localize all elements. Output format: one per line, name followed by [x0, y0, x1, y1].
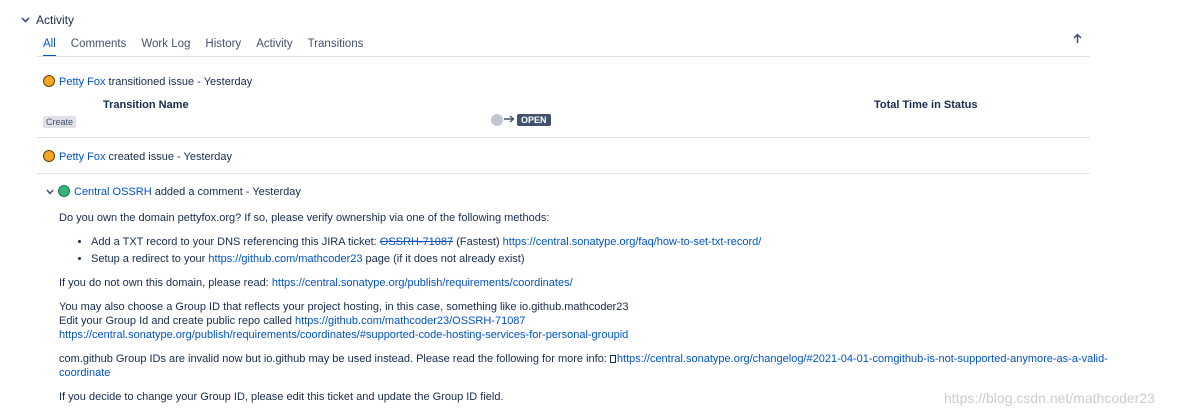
comment-paragraph: If you do not own this domain, please re… — [59, 276, 1109, 290]
user-avatar[interactable] — [43, 75, 55, 87]
status-open-lozenge: OPEN — [517, 114, 551, 126]
sort-order-button[interactable] — [1071, 33, 1083, 47]
initial-status-dot — [491, 114, 503, 126]
transition-name-header: Transition Name — [103, 99, 189, 111]
section-title: Activity — [36, 13, 75, 27]
comment-paragraph: Do you own the domain pettyfox.org? If s… — [59, 212, 550, 224]
chevron-down-icon[interactable] — [46, 186, 56, 198]
coordinates-link[interactable]: https://central.sonatype.org/publish/req… — [272, 277, 573, 289]
comment-paragraph: You may also choose a Group ID that refl… — [59, 300, 1109, 342]
chevron-down-icon[interactable] — [20, 15, 30, 25]
watermark: https://blog.csdn.net/mathcoder23 — [944, 390, 1155, 406]
comment-body: Do you own the domain pettyfox.org? If s… — [59, 211, 1109, 414]
list-item-text: Add a TXT record to your DNS referencing… — [91, 236, 380, 248]
tab-work-log[interactable]: Work Log — [141, 38, 190, 57]
tab-history[interactable]: History — [205, 38, 241, 57]
list-item-text: Setup a redirect to your — [91, 253, 209, 265]
tab-activity[interactable]: Activity — [256, 38, 292, 57]
entry-divider — [37, 137, 1090, 138]
list-item: Add a TXT record to your DNS referencing… — [91, 235, 1109, 249]
status-flow: OPEN — [491, 114, 551, 126]
paragraph-text: You may also choose a Group ID that refl… — [59, 301, 629, 313]
tab-transitions[interactable]: Transitions — [308, 38, 364, 57]
github-profile-link[interactable]: https://github.com/mathcoder23 — [208, 253, 362, 265]
list-item-text: page (if it does not already exist) — [362, 253, 525, 265]
paragraph-text: Edit your Group Id and create public rep… — [59, 315, 296, 327]
arrow-up-icon — [1072, 33, 1082, 47]
tabs-divider — [37, 56, 1090, 57]
comment-list: Add a TXT record to your DNS referencing… — [91, 235, 1109, 266]
user-link[interactable]: Petty Fox — [59, 76, 105, 88]
entry-action: added a comment - Yesterday — [151, 186, 301, 198]
arrow-right-icon — [504, 114, 516, 126]
list-item: Setup a redirect to your https://github.… — [91, 252, 1109, 266]
transition-name-lozenge: Create — [43, 116, 77, 128]
tab-all[interactable]: All — [43, 38, 56, 57]
txt-record-link[interactable]: https://central.sonatype.org/faq/how-to-… — [503, 236, 762, 248]
comment-entry-header: Central OSSRH added a comment - Yesterda… — [46, 185, 301, 198]
comment-paragraph: com.github Group IDs are invalid now but… — [59, 352, 1109, 380]
ticket-link[interactable]: OSSRH-71087 — [380, 236, 453, 248]
entry-action: created issue - Yesterday — [105, 151, 233, 163]
history-entry-transition: Petty Fox transitioned issue - Yesterday — [43, 75, 252, 88]
entry-divider — [37, 173, 1090, 174]
user-link[interactable]: Petty Fox — [59, 151, 105, 163]
external-link-icon — [609, 355, 616, 363]
activity-tabs: All Comments Work Log History Activity T… — [43, 38, 378, 57]
user-avatar[interactable] — [58, 185, 70, 197]
user-link[interactable]: Central OSSRH — [74, 186, 152, 198]
groupid-hosting-link[interactable]: https://central.sonatype.org/publish/req… — [59, 329, 628, 341]
paragraph-text: com.github Group IDs are invalid now but… — [59, 353, 610, 365]
paragraph-text: If you do not own this domain, please re… — [59, 277, 272, 289]
history-entry-created: Petty Fox created issue - Yesterday — [43, 150, 232, 163]
github-repo-link[interactable]: https://github.com/mathcoder23/OSSRH-710… — [295, 315, 526, 327]
entry-action: transitioned issue - Yesterday — [105, 76, 253, 88]
user-avatar[interactable] — [43, 150, 55, 162]
activity-section-header[interactable]: Activity — [20, 13, 74, 27]
list-item-text: (Fastest) — [453, 236, 503, 248]
tab-comments[interactable]: Comments — [71, 38, 127, 57]
total-time-header: Total Time in Status — [874, 99, 978, 111]
